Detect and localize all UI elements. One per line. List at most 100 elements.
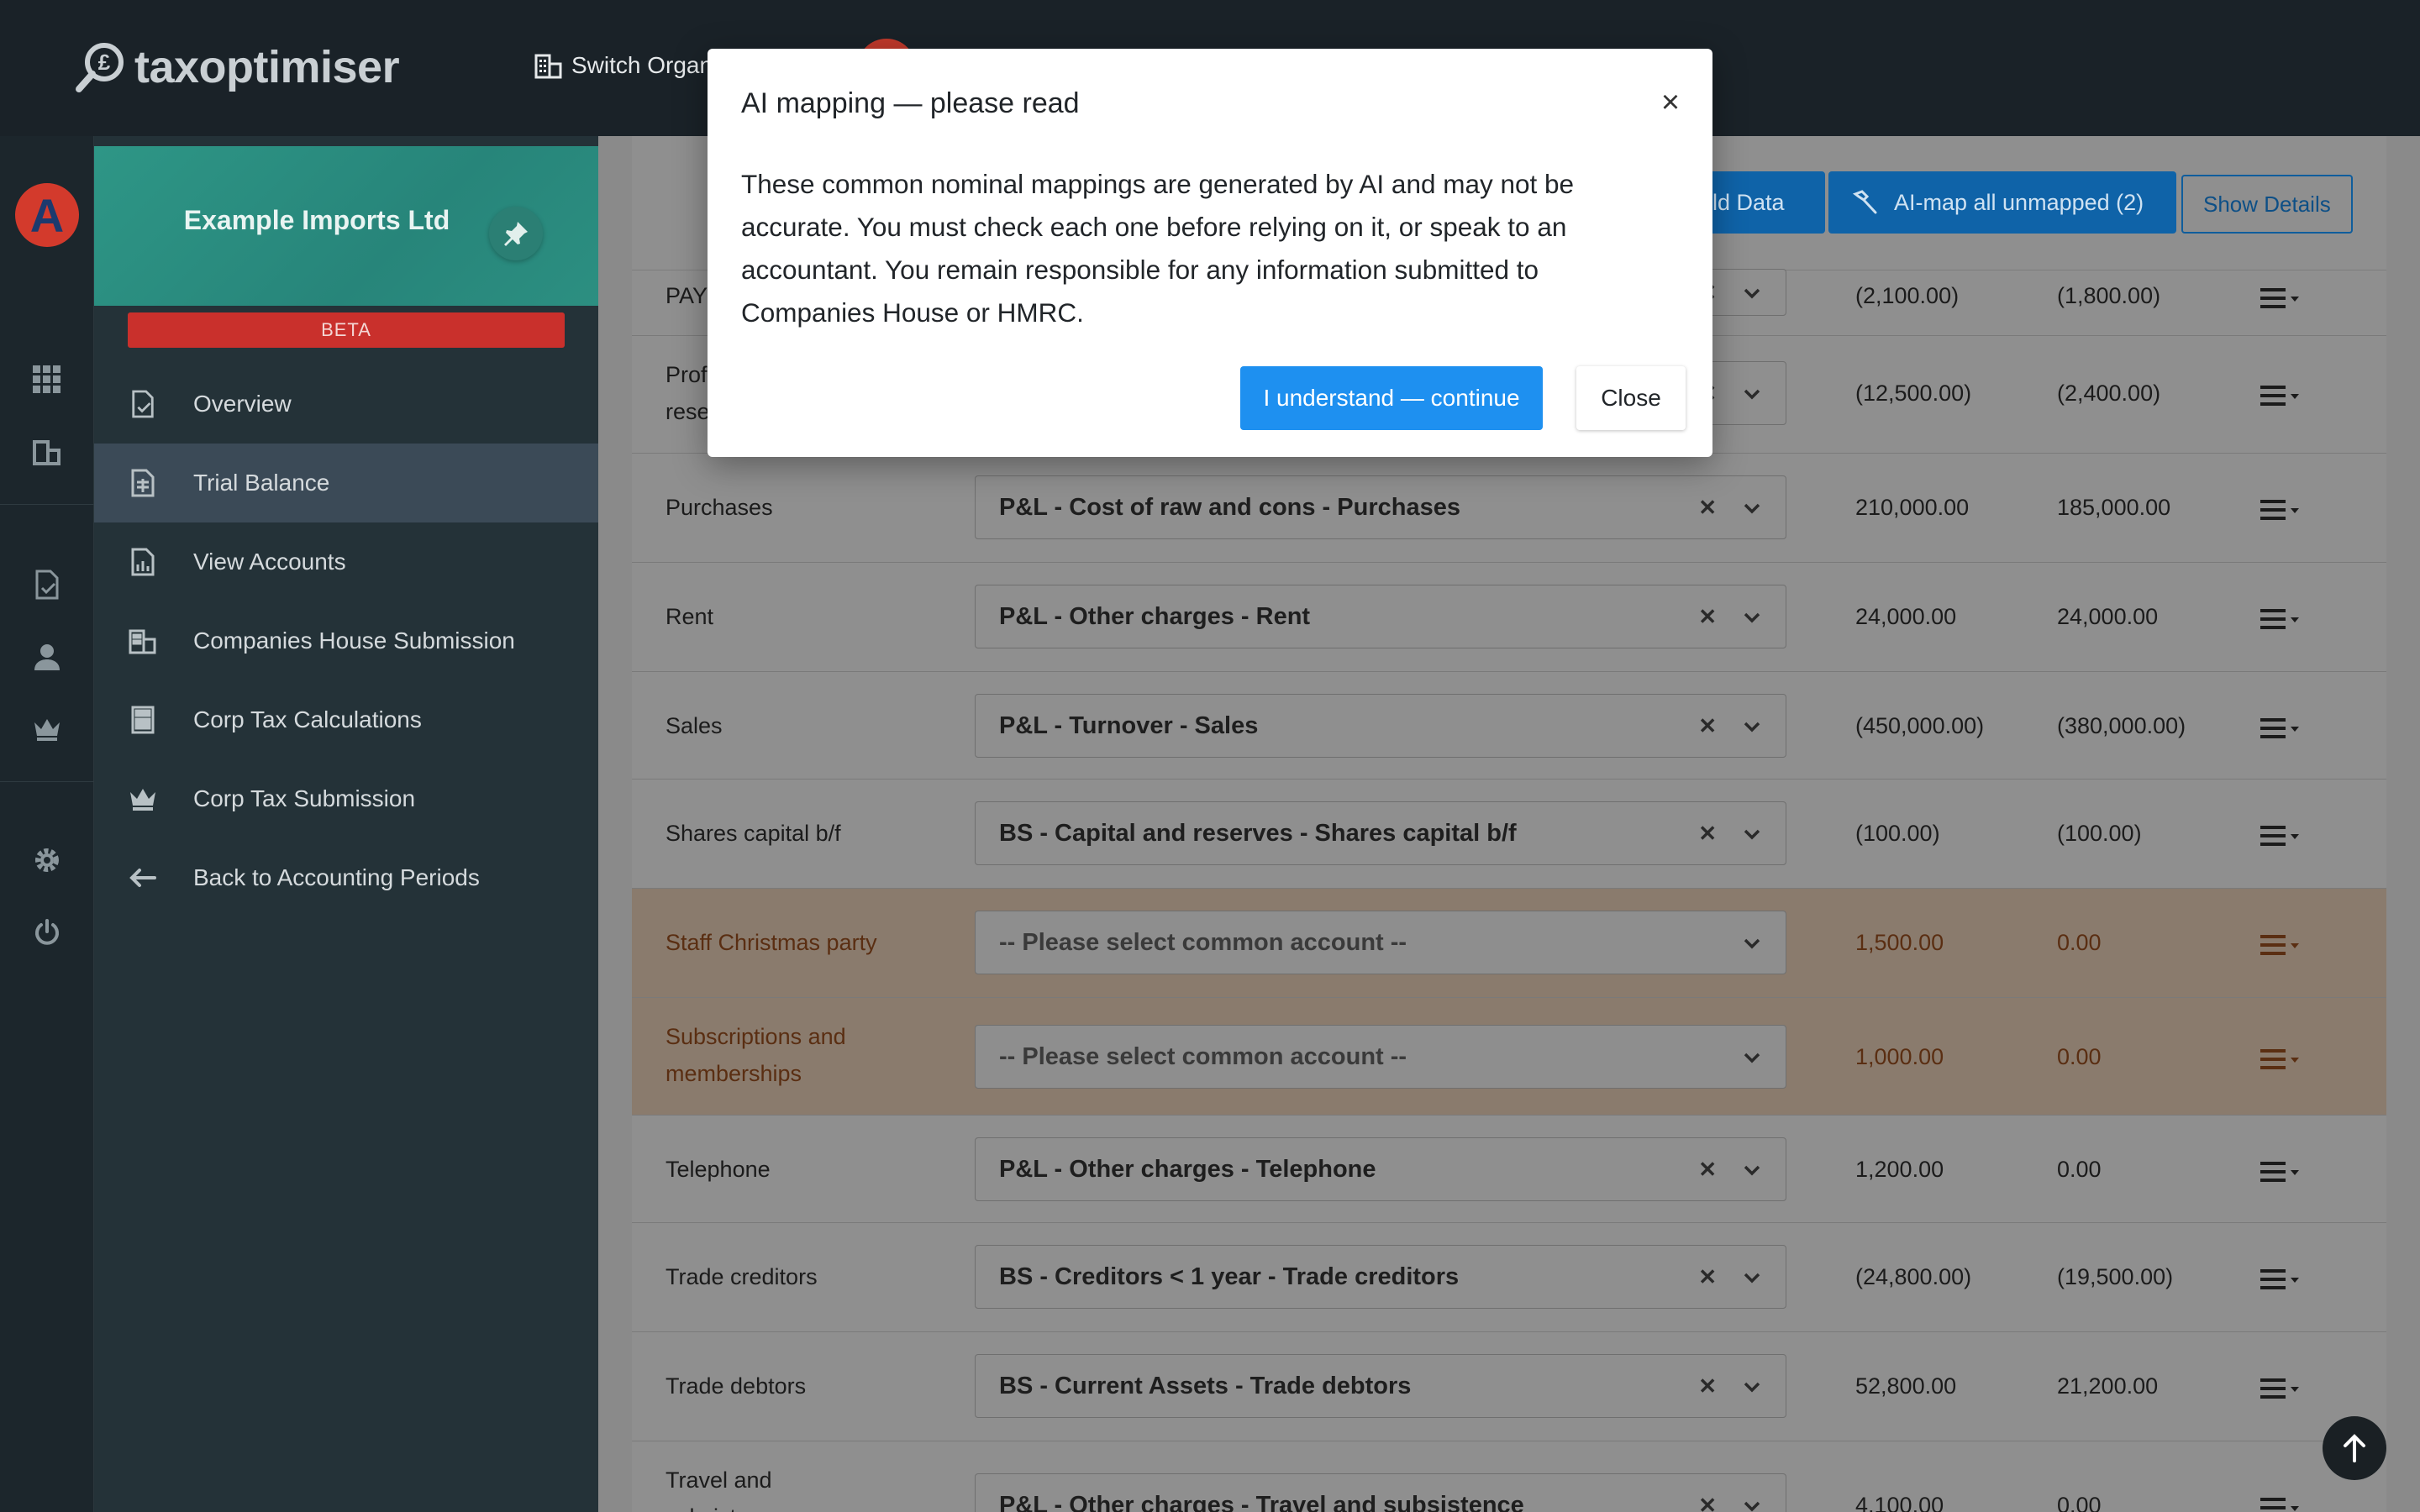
chevron-down-icon xyxy=(1744,1382,1760,1393)
value-current: (24,800.00) xyxy=(1855,1264,1972,1289)
mapping-select-value: BS - Capital and reserves - Shares capit… xyxy=(999,820,1517,847)
sidebar-item-label: Back to Accounting Periods xyxy=(193,864,480,890)
row-menu-icon[interactable] xyxy=(2260,823,2301,848)
crown-icon[interactable] xyxy=(30,712,64,746)
organisation-header: Example Imports Ltd xyxy=(94,146,598,306)
sidebar-item-label: View Accounts xyxy=(193,549,346,575)
value-prior: (19,500.00) xyxy=(2057,1264,2174,1289)
account-name: Purchases xyxy=(666,495,773,520)
apps-grid-icon[interactable] xyxy=(30,363,64,396)
mapping-select-placeholder: -- Please select common account -- xyxy=(999,929,1407,956)
user-icon[interactable] xyxy=(30,640,64,674)
mapping-select[interactable]: P&L - Other charges - Telephone ✕ xyxy=(975,1137,1786,1201)
sidebar-item-corp-tax-calculations[interactable]: Corp Tax Calculations xyxy=(94,680,598,759)
building-icon xyxy=(128,626,158,656)
value-current: (2,100.00) xyxy=(1855,283,1960,308)
chevron-down-icon xyxy=(1744,938,1760,949)
mapping-select[interactable]: BS - Creditors < 1 year - Trade creditor… xyxy=(975,1245,1786,1309)
chevron-down-icon xyxy=(1744,288,1760,299)
table-row: Trade creditors BS - Creditors < 1 year … xyxy=(632,1223,2386,1332)
mapping-select[interactable]: BS - Capital and reserves - Shares capit… xyxy=(975,801,1786,865)
table-row: Sales P&L - Turnover - Sales ✕ (450,000.… xyxy=(632,672,2386,780)
power-icon[interactable] xyxy=(30,916,64,949)
mapping-select-placeholder: -- Please select common account -- xyxy=(999,1043,1407,1070)
account-name: Rent xyxy=(666,604,714,629)
row-menu-icon[interactable] xyxy=(2260,606,2301,632)
account-name: Travel and subsistence xyxy=(666,1467,786,1512)
sidebar-item-label: Companies House Submission xyxy=(193,627,515,654)
value-current: (450,000.00) xyxy=(1855,713,1985,738)
close-button[interactable]: Close xyxy=(1576,366,1686,430)
account-name: Staff Christmas party xyxy=(666,930,877,955)
taxoptimiser-logo[interactable]: £ taxoptimiser xyxy=(74,34,400,101)
close-icon[interactable]: × xyxy=(1654,86,1687,119)
mapping-select-value: P&L - Turnover - Sales xyxy=(999,712,1259,739)
mapping-select[interactable]: -- Please select common account -- xyxy=(975,1025,1786,1089)
value-prior: 24,000.00 xyxy=(2057,604,2159,629)
sidebar-item-corp-tax-submission[interactable]: Corp Tax Submission xyxy=(94,759,598,838)
mapping-select[interactable]: P&L - Other charges - Rent ✕ xyxy=(975,585,1786,648)
mapping-select-value: P&L - Cost of raw and cons - Purchases xyxy=(999,494,1460,521)
clear-icon[interactable]: ✕ xyxy=(1698,1246,1717,1308)
clear-icon[interactable]: ✕ xyxy=(1698,695,1717,757)
building-icon[interactable] xyxy=(30,435,64,469)
sidebar-nav: Overview Trial Balance View Accounts Com… xyxy=(94,365,598,917)
row-menu-icon[interactable] xyxy=(2260,1159,2301,1184)
sidebar-item-overview[interactable]: Overview xyxy=(94,365,598,444)
show-details-button[interactable]: Show Details xyxy=(2181,175,2353,234)
avatar-letter: A xyxy=(29,188,65,242)
report-icon xyxy=(128,547,158,577)
scroll-to-top-button[interactable] xyxy=(2323,1416,2386,1480)
mapping-select-value: BS - Current Assets - Trade debtors xyxy=(999,1373,1412,1399)
row-menu-icon[interactable] xyxy=(2260,1495,2301,1512)
account-name: PAY xyxy=(666,283,708,308)
value-prior: 21,200.00 xyxy=(2057,1373,2159,1399)
sidebar-item-back-to-accounting-periods[interactable]: Back to Accounting Periods xyxy=(94,838,598,917)
row-menu-icon[interactable] xyxy=(2260,383,2301,408)
row-menu-icon[interactable] xyxy=(2260,716,2301,741)
account-name: Trade debtors xyxy=(666,1373,807,1399)
value-prior: (2,400.00) xyxy=(2057,381,2161,406)
sidebar-item-trial-balance[interactable]: Trial Balance xyxy=(94,444,598,522)
logo-text: taxoptimiser xyxy=(134,42,400,92)
icon-rail: A xyxy=(0,136,94,1512)
row-menu-icon[interactable] xyxy=(2260,1376,2301,1401)
building-icon xyxy=(534,54,562,79)
row-menu-icon[interactable] xyxy=(2260,1267,2301,1292)
mapping-select[interactable]: BS - Current Assets - Trade debtors ✕ xyxy=(975,1354,1786,1418)
value-current: 1,000.00 xyxy=(1855,1044,1944,1069)
mapping-select[interactable]: P&L - Other charges - Travel and subsist… xyxy=(975,1473,1786,1512)
clear-icon[interactable]: ✕ xyxy=(1698,1355,1717,1417)
app-avatar[interactable]: A xyxy=(15,183,79,247)
row-menu-icon[interactable] xyxy=(2260,286,2301,311)
mapping-select-value: P&L - Other charges - Telephone xyxy=(999,1156,1376,1183)
sidebar-item-view-accounts[interactable]: View Accounts xyxy=(94,522,598,601)
clear-icon[interactable]: ✕ xyxy=(1698,585,1717,648)
row-menu-icon[interactable] xyxy=(2260,932,2301,958)
ai-map-all-button[interactable]: AI-map all unmapped (2) xyxy=(1828,171,2176,234)
clear-icon[interactable]: ✕ xyxy=(1698,476,1717,538)
mapping-select[interactable]: P&L - Turnover - Sales ✕ xyxy=(975,694,1786,758)
mapping-select[interactable]: -- Please select common account -- xyxy=(975,911,1786,974)
mapping-select[interactable]: P&L - Cost of raw and cons - Purchases ✕ xyxy=(975,475,1786,539)
clear-icon[interactable]: ✕ xyxy=(1698,802,1717,864)
chevron-down-icon xyxy=(1744,722,1760,732)
sidebar-item-label: Corp Tax Calculations xyxy=(193,706,422,732)
value-prior: 0.00 xyxy=(2057,1044,2102,1069)
sidebar-item-label: Trial Balance xyxy=(193,470,330,496)
account-name: Sales xyxy=(666,713,723,738)
switch-organisation-link[interactable]: Switch Organ xyxy=(534,52,713,79)
clear-icon[interactable]: ✕ xyxy=(1698,1138,1717,1200)
document-check-icon[interactable] xyxy=(30,568,64,601)
table-row-unmapped: Staff Christmas party -- Please select c… xyxy=(632,889,2386,998)
sidebar: Example Imports Ltd BETA Overview Trial … xyxy=(94,136,598,1512)
gear-icon[interactable] xyxy=(30,843,64,877)
sidebar-item-companies-house[interactable]: Companies House Submission xyxy=(94,601,598,680)
row-menu-icon[interactable] xyxy=(2260,497,2301,522)
value-current: (100.00) xyxy=(1855,821,1940,846)
organisation-name: Example Imports Ltd xyxy=(183,205,450,235)
row-menu-icon[interactable] xyxy=(2260,1047,2301,1072)
understand-continue-button[interactable]: I understand — continue xyxy=(1240,366,1543,430)
clear-icon[interactable]: ✕ xyxy=(1698,1474,1717,1512)
pin-button[interactable] xyxy=(489,207,543,260)
